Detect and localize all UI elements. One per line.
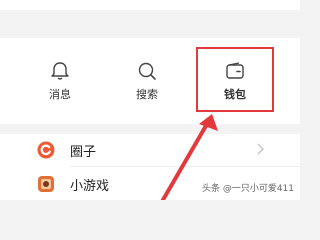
annotation-arrow bbox=[160, 114, 218, 200]
watermark: 头条 @一只小可爱411 bbox=[201, 184, 294, 194]
